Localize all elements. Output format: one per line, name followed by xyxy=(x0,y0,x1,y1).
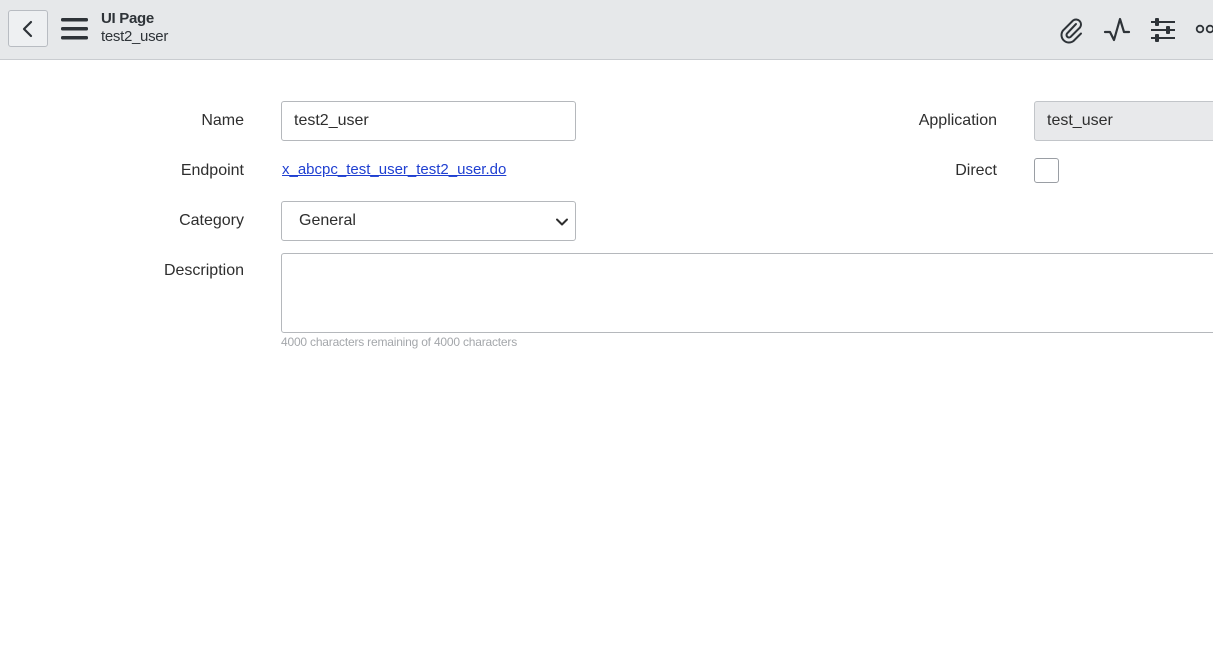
name-input[interactable] xyxy=(281,101,576,141)
category-selected-value: General xyxy=(299,212,356,229)
page-subtitle: test2_user xyxy=(101,28,169,45)
chevron-left-icon xyxy=(22,20,33,37)
activity-pulse-icon[interactable] xyxy=(1103,16,1131,44)
category-select[interactable]: General xyxy=(281,201,576,241)
more-options-icon[interactable] xyxy=(1195,22,1213,36)
application-label: Application xyxy=(918,112,997,129)
application-input[interactable] xyxy=(1034,101,1213,141)
form-header: UI Page test2_user xyxy=(0,0,1213,60)
endpoint-link[interactable]: x_abcpc_test_user_test2_user.do xyxy=(282,160,506,180)
paperclip-icon[interactable] xyxy=(1057,16,1085,44)
page-title: UI Page xyxy=(101,10,154,27)
endpoint-label: Endpoint xyxy=(180,162,244,179)
description-label: Description xyxy=(163,262,244,279)
category-label: Category xyxy=(179,212,244,229)
direct-checkbox[interactable] xyxy=(1034,158,1059,183)
back-button[interactable] xyxy=(8,10,48,47)
direct-label: Direct xyxy=(955,162,997,179)
record-title: UI Page test2_user xyxy=(101,10,168,45)
name-label: Name xyxy=(201,112,244,129)
chevron-down-icon xyxy=(556,218,568,226)
hamburger-menu-icon[interactable] xyxy=(61,16,88,42)
description-char-counter: 4000 characters remaining of 4000 charac… xyxy=(281,335,518,349)
description-textarea[interactable] xyxy=(281,253,1213,333)
sliders-icon[interactable] xyxy=(1149,16,1177,44)
